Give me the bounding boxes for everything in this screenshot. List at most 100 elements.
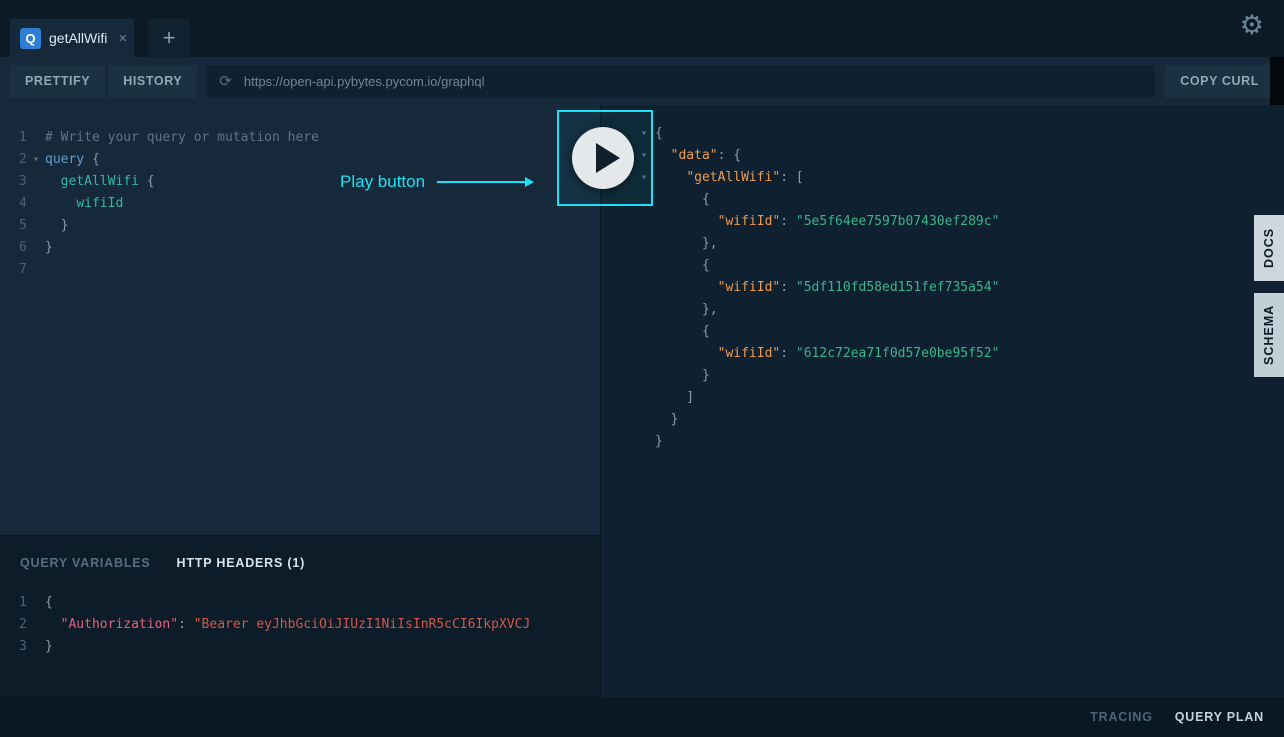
- fold-spacer: [641, 299, 655, 321]
- fold-spacer: [33, 171, 45, 193]
- line-number: 1: [0, 127, 33, 149]
- code-line: 3}: [0, 636, 600, 658]
- endpoint-url-bar: ⟳: [207, 65, 1155, 98]
- code-line: },: [641, 299, 1284, 321]
- fold-spacer: [641, 255, 655, 277]
- code-line: ▾ "data": {: [641, 145, 1284, 167]
- query-plan-button[interactable]: QUERY PLAN: [1175, 710, 1264, 724]
- line-number: 5: [0, 215, 33, 237]
- fold-spacer: [33, 193, 45, 215]
- fold-spacer: [33, 614, 45, 636]
- annotation-arrow-line: [437, 181, 525, 183]
- line-number: 3: [0, 636, 33, 658]
- code-text: ]: [655, 387, 694, 409]
- code-text: getAllWifi {: [45, 171, 155, 193]
- sidebar-tab-docs[interactable]: DOCS: [1254, 215, 1284, 281]
- code-text: },: [655, 233, 718, 255]
- code-line: 1 # Write your query or mutation here: [0, 127, 600, 149]
- fold-spacer: [641, 233, 655, 255]
- code-text: }: [45, 237, 53, 259]
- code-text: {: [45, 592, 53, 614]
- graphql-playground-window: Q getAllWifi × + ⚙ PRETTIFY HISTORY ⟳ CO…: [0, 0, 1284, 737]
- line-number: 7: [0, 259, 33, 281]
- line-number: 4: [0, 193, 33, 215]
- reload-icon[interactable]: ⟳: [219, 72, 232, 90]
- code-text: "getAllWifi": [: [655, 167, 804, 189]
- code-line: }: [641, 409, 1284, 431]
- query-editor-code: 1# Write your query or mutation here2▾qu…: [0, 105, 600, 281]
- code-line: {: [641, 321, 1284, 343]
- sidebar-tab-schema[interactable]: SCHEMA: [1254, 293, 1284, 377]
- code-line: 2▾query {: [0, 149, 600, 171]
- code-line: ▾ "getAllWifi": [: [641, 167, 1284, 189]
- code-text: }: [45, 215, 68, 237]
- code-line: 2 "Authorization": "Bearer eyJhbGciOiJIU…: [0, 614, 600, 636]
- code-text: {: [655, 123, 663, 145]
- fold-spacer: [641, 409, 655, 431]
- plus-icon: +: [163, 25, 176, 51]
- play-button-annotation: Play button: [340, 172, 534, 192]
- code-text: }: [655, 365, 710, 387]
- settings-gear-icon[interactable]: ⚙: [1240, 12, 1264, 39]
- http-headers-editor[interactable]: 1 {2 "Authorization": "Bearer eyJhbGciOiJ…: [0, 570, 600, 658]
- code-text: {: [655, 255, 710, 277]
- fold-spacer: [641, 365, 655, 387]
- code-line: "wifiId": "5e5f64ee7597b07430ef289c": [641, 211, 1284, 233]
- annotation-label: Play button: [340, 172, 425, 192]
- tab-http-headers[interactable]: HTTP HEADERS (1): [177, 556, 306, 570]
- fold-spacer: [641, 431, 655, 453]
- tracing-button[interactable]: TRACING: [1090, 710, 1153, 724]
- code-line: ]: [641, 387, 1284, 409]
- window-edge-strip: [1270, 57, 1284, 105]
- code-line: 5 }: [0, 215, 600, 237]
- code-line: 4 wifiId: [0, 193, 600, 215]
- fold-spacer: [33, 592, 45, 614]
- code-line: 7: [0, 259, 600, 281]
- annotation-arrow-head-icon: [525, 177, 534, 187]
- code-text: wifiId: [45, 193, 123, 215]
- close-icon[interactable]: ×: [118, 30, 127, 47]
- code-text: "Authorization": "Bearer eyJhbGciOiJIUzI…: [45, 614, 530, 636]
- fold-spacer: [641, 211, 655, 233]
- fold-spacer: [33, 127, 45, 149]
- code-text: {: [655, 189, 710, 211]
- code-text: "data": {: [655, 145, 741, 167]
- fold-spacer: [641, 343, 655, 365]
- code-text: "wifiId": "5df110fd58ed151fef735a54": [655, 277, 999, 299]
- prettify-button[interactable]: PRETTIFY: [10, 65, 105, 98]
- line-number: 2: [0, 614, 33, 636]
- tab-query-variables[interactable]: QUERY VARIABLES: [20, 556, 151, 570]
- line-number: 6: [0, 237, 33, 259]
- query-editor-pane[interactable]: 1# Write your query or mutation here2▾qu…: [0, 105, 600, 535]
- tab-bar: Q getAllWifi × + ⚙: [0, 0, 1284, 57]
- response-json: ▾{▾ "data": {▾ "getAllWifi": [ { "wifiId…: [601, 105, 1284, 453]
- code-line: }: [641, 431, 1284, 453]
- tab-getallwifi[interactable]: Q getAllWifi ×: [10, 19, 134, 57]
- line-number: 1: [0, 592, 33, 614]
- code-text: query {: [45, 149, 100, 171]
- tab-label: getAllWifi: [49, 30, 107, 46]
- code-text: # Write your query or mutation here: [45, 127, 319, 149]
- code-text: "wifiId": "5e5f64ee7597b07430ef289c": [655, 211, 999, 233]
- code-text: }: [655, 409, 678, 431]
- execute-play-button[interactable]: [572, 127, 634, 189]
- code-line: }: [641, 365, 1284, 387]
- code-line: },: [641, 233, 1284, 255]
- query-badge-icon: Q: [20, 28, 41, 49]
- bottom-panel-tabs: QUERY VARIABLES HTTP HEADERS (1): [0, 536, 600, 570]
- fold-spacer: [33, 215, 45, 237]
- code-line: {: [641, 255, 1284, 277]
- new-tab-button[interactable]: +: [148, 19, 190, 57]
- fold-spacer: [641, 277, 655, 299]
- fold-spacer: [33, 237, 45, 259]
- code-text: }: [655, 431, 663, 453]
- fold-chevron-down-icon[interactable]: ▾: [33, 149, 45, 171]
- line-number: 2: [0, 149, 33, 171]
- history-button[interactable]: HISTORY: [108, 65, 197, 98]
- copy-curl-button[interactable]: COPY CURL: [1165, 65, 1274, 98]
- code-line: {: [641, 189, 1284, 211]
- code-text: "wifiId": "612c72ea71f0d57e0be95f52": [655, 343, 999, 365]
- endpoint-url-input[interactable]: [242, 73, 1143, 90]
- fold-spacer: [33, 259, 45, 281]
- line-number: 3: [0, 171, 33, 193]
